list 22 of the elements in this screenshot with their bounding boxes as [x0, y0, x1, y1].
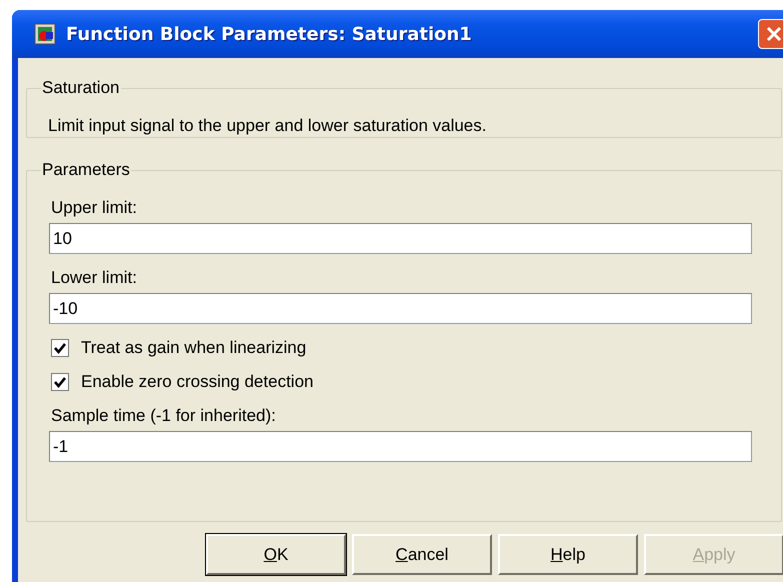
- dialog-button[interactable]: Help: [498, 534, 638, 575]
- window-title: Function Block Parameters: Saturation1: [66, 24, 473, 44]
- checkbox[interactable]: [51, 373, 69, 391]
- check-icon: [54, 376, 66, 388]
- input-field[interactable]: -1: [49, 431, 752, 462]
- close-icon: [765, 25, 783, 43]
- input-field[interactable]: 10: [49, 223, 752, 254]
- field-label: Upper limit:: [51, 198, 138, 218]
- checkbox-label: Enable zero crossing detection: [81, 372, 314, 392]
- input-field[interactable]: -10: [49, 293, 752, 324]
- group-title: Parameters: [41, 160, 131, 180]
- dialog-button[interactable]: Cancel: [352, 534, 492, 575]
- group-title: Saturation: [41, 78, 120, 98]
- description-text: Limit input signal to the upper and lower saturation values.: [47, 116, 488, 136]
- dialog-button[interactable]: OK: [206, 534, 346, 575]
- close-button[interactable]: [758, 19, 783, 49]
- block-diagram-icon: [34, 23, 56, 45]
- field-label: Lower limit:: [51, 268, 138, 288]
- checkbox[interactable]: [51, 339, 69, 357]
- field-label: Sample time (-1 for inherited):: [51, 406, 277, 426]
- check-icon: [54, 342, 66, 354]
- checkbox-label: Treat as gain when linearizing: [81, 338, 306, 358]
